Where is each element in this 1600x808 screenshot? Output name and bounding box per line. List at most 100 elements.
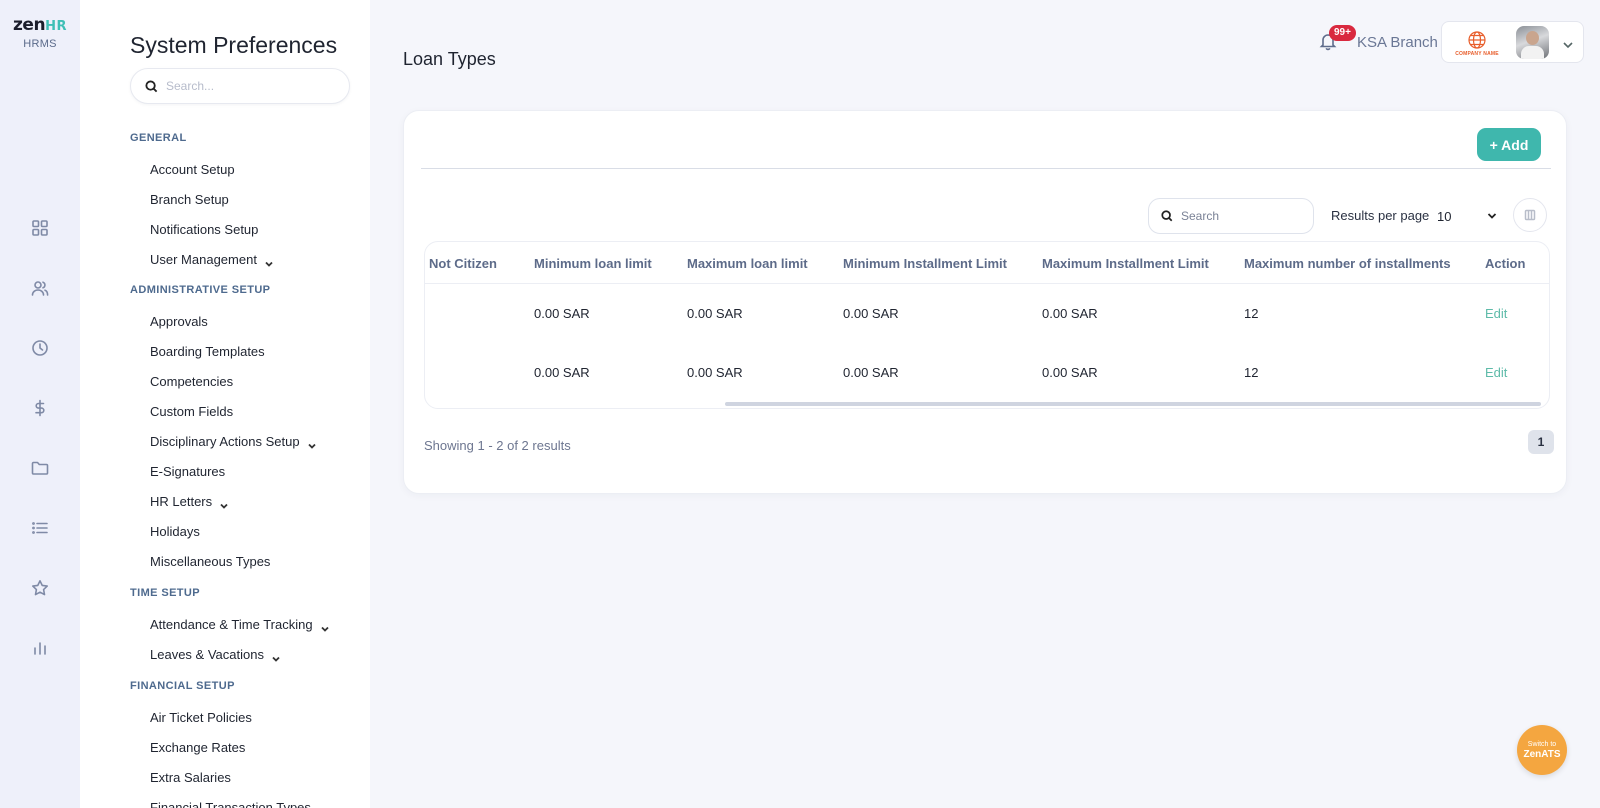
edit-link[interactable]: Edit (1485, 365, 1507, 380)
column-header[interactable]: Minimum loan limit (534, 256, 652, 271)
section-administrative-setup: ADMINISTRATIVE SETUP (130, 284, 271, 296)
sidebar-item-disciplinary-actions-setup[interactable]: Disciplinary Actions Setup (150, 434, 316, 449)
folder-icon[interactable] (30, 458, 50, 478)
sidebar-item-label: Extra Salaries (150, 770, 231, 785)
sidebar-item-approvals[interactable]: Approvals (150, 314, 208, 329)
results-summary: Showing 1 - 2 of 2 results (424, 438, 571, 453)
horizontal-scrollbar[interactable] (725, 402, 1541, 406)
dashboard-icon[interactable] (30, 218, 50, 238)
column-header[interactable]: Maximum loan limit (687, 256, 808, 271)
chevron-down-icon (320, 621, 329, 632)
column-header[interactable]: Maximum Installment Limit (1042, 256, 1209, 271)
sidebar-item-holidays[interactable]: Holidays (150, 524, 200, 539)
column-header[interactable]: Minimum Installment Limit (843, 256, 1007, 271)
sidebar-item-branch-setup[interactable]: Branch Setup (150, 192, 229, 207)
sidebar-item-label: User Management (150, 252, 257, 267)
sidebar-search[interactable] (130, 68, 350, 104)
star-icon[interactable] (30, 578, 50, 598)
logo-zen: zen (13, 15, 46, 35)
table-cell: 0.00 SAR (1042, 306, 1098, 321)
sidebar-item-boarding-templates[interactable]: Boarding Templates (150, 344, 265, 359)
sidebar-item-e-signatures[interactable]: E-Signatures (150, 464, 225, 479)
sidebar-item-leaves-vacations[interactable]: Leaves & Vacations (150, 647, 280, 662)
app-rail: zenHR HRMS (0, 0, 80, 808)
avatar (1516, 26, 1549, 59)
results-per-page-value: 10 (1437, 208, 1452, 224)
loan-types-table: Not Citizen Minimum loan limit Maximum l… (424, 241, 1550, 409)
chevron-down-icon (272, 651, 280, 662)
sidebar-item-user-management[interactable]: User Management (150, 252, 273, 267)
search-icon (145, 79, 158, 92)
sidebar-item-air-ticket-policies[interactable]: Air Ticket Policies (150, 710, 252, 725)
sidebar-item-attendance-time-tracking[interactable]: Attendance & Time Tracking (150, 617, 329, 632)
sidebar-item-custom-fields[interactable]: Custom Fields (150, 404, 233, 419)
page-button[interactable]: 1 (1528, 430, 1554, 454)
sidebar-item-competencies[interactable]: Competencies (150, 374, 233, 389)
sidebar-search-input[interactable] (166, 79, 336, 93)
dollar-icon[interactable] (30, 398, 50, 418)
sidebar-item-label: Attendance & Time Tracking (150, 617, 313, 632)
sidebar-item-notifications-setup[interactable]: Notifications Setup (150, 222, 258, 237)
column-header: Action (1485, 256, 1526, 271)
section-general: GENERAL (130, 132, 187, 144)
sidebar-item-label: Miscellaneous Types (150, 554, 271, 569)
table-cell: 0.00 SAR (843, 365, 899, 380)
results-per-page-select[interactable]: 10 (1437, 206, 1497, 226)
zenats-line2: ZenATS (1523, 748, 1561, 760)
list-icon[interactable] (30, 518, 50, 538)
page-title: Loan Types (403, 49, 496, 69)
sidebar-item-label: Branch Setup (150, 192, 229, 207)
table-cell: 12 (1244, 306, 1259, 321)
sidebar-item-label: Notifications Setup (150, 222, 259, 237)
table-cell: 0.00 SAR (687, 365, 743, 380)
loan-types-card: + Add Results per page 10 Not Citizen Mi… (403, 110, 1567, 494)
search-icon (1161, 210, 1173, 222)
bar-chart-icon[interactable] (30, 638, 50, 658)
clock-icon[interactable] (30, 338, 50, 358)
section-financial-setup: FINANCIAL SETUP (130, 680, 235, 692)
chevron-down-icon (307, 438, 316, 449)
table-cell: 0.00 SAR (687, 306, 743, 321)
table-search-input[interactable] (1181, 209, 1301, 223)
table-header: Not Citizen Minimum loan limit Maximum l… (425, 242, 1549, 284)
sidebar-item-label: Boarding Templates (150, 344, 265, 359)
sidebar-item-account-setup[interactable]: Account Setup (150, 162, 235, 177)
results-per-page-label: Results per page (1331, 208, 1430, 223)
add-button[interactable]: + Add (1477, 128, 1541, 161)
sidebar-item-label: Air Ticket Policies (150, 710, 252, 725)
people-icon[interactable] (30, 278, 50, 298)
sidebar-item-extra-salaries[interactable]: Extra Salaries (150, 770, 231, 785)
chevron-down-icon (1562, 37, 1574, 49)
columns-toggle-button[interactable] (1513, 198, 1547, 232)
divider (421, 168, 1551, 169)
switch-to-zenats-button[interactable]: Switch to ZenATS (1517, 725, 1567, 775)
sidebar-item-miscellaneous-types[interactable]: Miscellaneous Types (150, 554, 270, 569)
table-cell: 0.00 SAR (534, 306, 590, 321)
sidebar-item-label: Competencies (150, 374, 234, 389)
columns-icon (1524, 209, 1536, 221)
table-cell: 0.00 SAR (1042, 365, 1098, 380)
column-header[interactable]: Not Citizen (429, 256, 497, 271)
sidebar-item-financial-transaction-types[interactable]: Financial Transaction Types (150, 800, 327, 808)
chevron-down-icon (319, 804, 327, 808)
globe-icon (1468, 30, 1486, 49)
sidebar-item-label: Approvals (150, 314, 208, 329)
sidebar-item-label: Account Setup (150, 162, 235, 177)
settings-sidebar: System Preferences GENERAL Account Setup… (80, 0, 370, 808)
edit-link[interactable]: Edit (1485, 306, 1507, 321)
company-logo: COMPANY NAME (1454, 27, 1500, 59)
logo-hr: HR (45, 19, 67, 34)
sidebar-item-label: Custom Fields (150, 404, 234, 419)
sidebar-item-exchange-rates[interactable]: Exchange Rates (150, 740, 245, 755)
sidebar-item-label: Leaves & Vacations (150, 647, 264, 662)
sidebar-item-label: Financial Transaction Types (150, 800, 311, 808)
branch-selector[interactable]: KSA Branch (1357, 34, 1438, 51)
chevron-down-icon (220, 498, 228, 509)
profile-menu[interactable]: COMPANY NAME (1441, 21, 1584, 63)
zenhr-logo[interactable]: zenHR HRMS (0, 16, 80, 50)
table-cell: 0.00 SAR (843, 306, 899, 321)
section-time-setup: TIME SETUP (130, 587, 201, 599)
table-search[interactable] (1148, 198, 1314, 234)
sidebar-item-hr-letters[interactable]: HR Letters (150, 494, 228, 509)
column-header[interactable]: Maximum number of installments (1244, 256, 1451, 271)
